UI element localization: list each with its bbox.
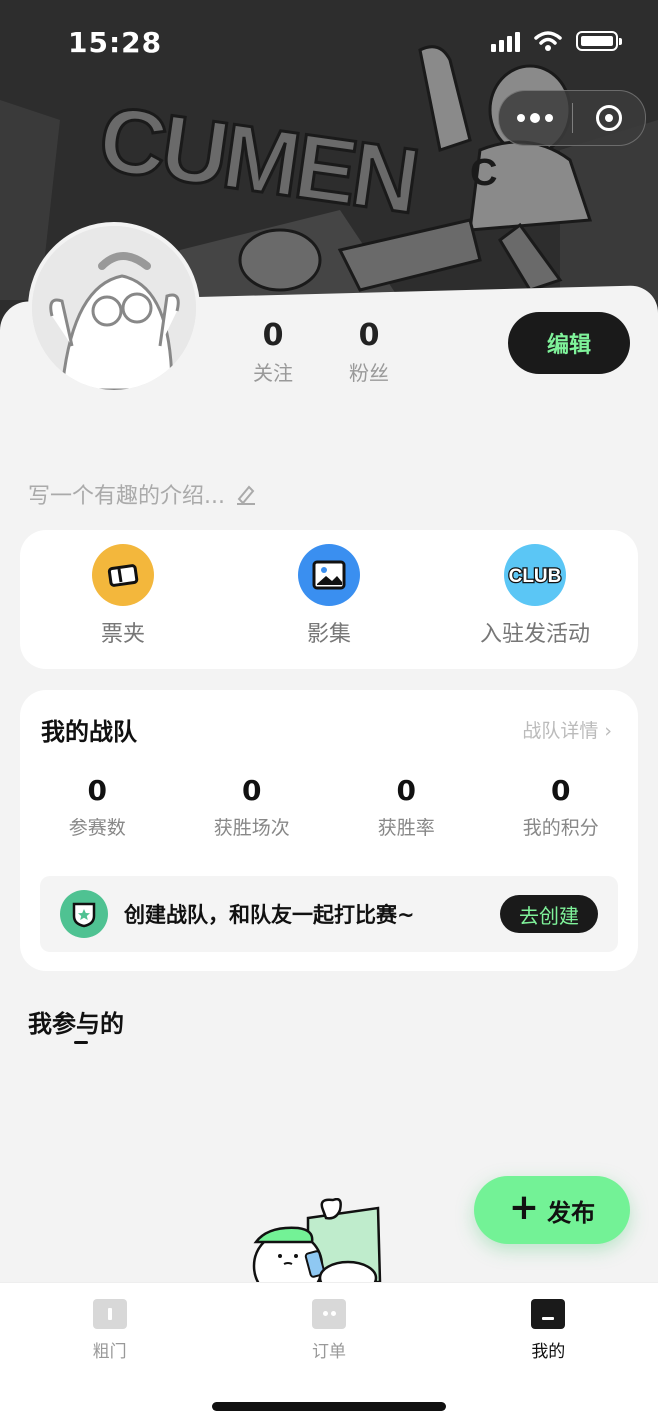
metric-label: 获胜率: [377, 817, 435, 839]
metric-value: 0: [87, 774, 107, 807]
more-options-icon[interactable]: [499, 112, 572, 123]
default-avatar-illustration: [32, 226, 196, 390]
create-team-button[interactable]: 去创建: [500, 895, 598, 933]
quick-action-album[interactable]: 影集: [226, 530, 432, 669]
quick-action-club[interactable]: CLUB 入驻发活动: [432, 530, 638, 669]
metric-value: 0: [551, 774, 571, 807]
club-icon-text: CLUB: [509, 566, 562, 587]
home-indicator: [212, 1402, 446, 1411]
edit-profile-button[interactable]: 编辑: [508, 312, 630, 374]
team-detail-label: 战队详情: [522, 720, 599, 742]
intro-placeholder: 写一个有趣的介绍...: [28, 484, 225, 509]
publish-button[interactable]: + 发布: [474, 1176, 630, 1244]
section-underline: [74, 1041, 88, 1044]
my-team-panel: 我的战队 战队详情 › 0 参赛数 0 获胜场次 0 获胜率 0 我的积分 创建…: [20, 690, 638, 971]
empty-state-illustration: [248, 1198, 398, 1282]
metric-win-rate: 0 获胜率: [329, 774, 484, 840]
metric-value: 0: [396, 774, 416, 807]
cellular-signal-icon: [491, 30, 520, 52]
banner-badge-letter: C: [470, 152, 497, 194]
status-time: 15:28: [68, 26, 163, 59]
following-label: 关注: [253, 361, 293, 385]
order-icon: [311, 1299, 346, 1329]
album-icon: [298, 544, 360, 606]
club-icon: CLUB: [504, 544, 566, 606]
tab-profile[interactable]: 我的: [439, 1283, 658, 1383]
profile-icon: [531, 1299, 566, 1329]
tab-label: 我的: [531, 1342, 566, 1362]
following-count: 0: [262, 318, 284, 353]
followers-stat[interactable]: 0 粉丝: [329, 318, 409, 386]
following-stat[interactable]: 0 关注: [233, 318, 313, 386]
pencil-icon: [236, 485, 255, 505]
team-detail-link[interactable]: 战队详情 ›: [522, 716, 612, 743]
quick-action-label: 入驻发活动: [479, 622, 590, 647]
metric-points: 0 我的积分: [484, 774, 639, 840]
tab-orders[interactable]: 订单: [219, 1283, 438, 1383]
participated-title: 我参与的: [28, 1010, 124, 1038]
followers-label: 粉丝: [349, 361, 389, 385]
metric-value: 0: [242, 774, 262, 807]
quick-action-tickets[interactable]: 票夹: [20, 530, 226, 669]
miniprogram-capsule: [498, 90, 646, 146]
quick-action-label: 影集: [306, 622, 351, 647]
quick-action-label: 票夹: [100, 622, 145, 647]
wifi-icon: [534, 31, 562, 51]
publish-label: 发布: [547, 1198, 596, 1227]
plus-icon: +: [508, 1187, 540, 1228]
metric-label: 获胜场次: [213, 817, 290, 839]
close-miniprogram-icon[interactable]: [573, 105, 646, 131]
status-bar: 15:28: [0, 0, 658, 90]
home-icon: [92, 1299, 127, 1329]
team-title: 我的战队: [41, 718, 137, 746]
create-team-prompt: 创建战队，和队友一起打比赛~: [124, 903, 415, 927]
team-shield-icon: [60, 890, 108, 938]
tab-label: 粗门: [92, 1342, 127, 1362]
metric-matches: 0 参赛数: [20, 774, 175, 840]
metric-wins: 0 获胜场次: [175, 774, 330, 840]
ticket-icon: [92, 544, 154, 606]
followers-count: 0: [358, 318, 380, 353]
team-metrics: 0 参赛数 0 获胜场次 0 获胜率 0 我的积分: [20, 774, 638, 840]
tab-home[interactable]: 粗门: [0, 1283, 219, 1383]
chevron-right-icon: ›: [604, 720, 612, 742]
metric-label: 我的积分: [522, 817, 599, 839]
tab-label: 订单: [311, 1342, 346, 1362]
metric-label: 参赛数: [68, 817, 126, 839]
intro-field[interactable]: 写一个有趣的介绍...: [28, 478, 257, 510]
avatar[interactable]: [28, 222, 200, 394]
battery-icon: [576, 31, 622, 51]
quick-actions-panel: 票夹 影集 CLUB 入驻发活动: [20, 530, 638, 669]
create-team-bar[interactable]: 创建战队，和队友一起打比赛~ 去创建: [40, 876, 618, 952]
